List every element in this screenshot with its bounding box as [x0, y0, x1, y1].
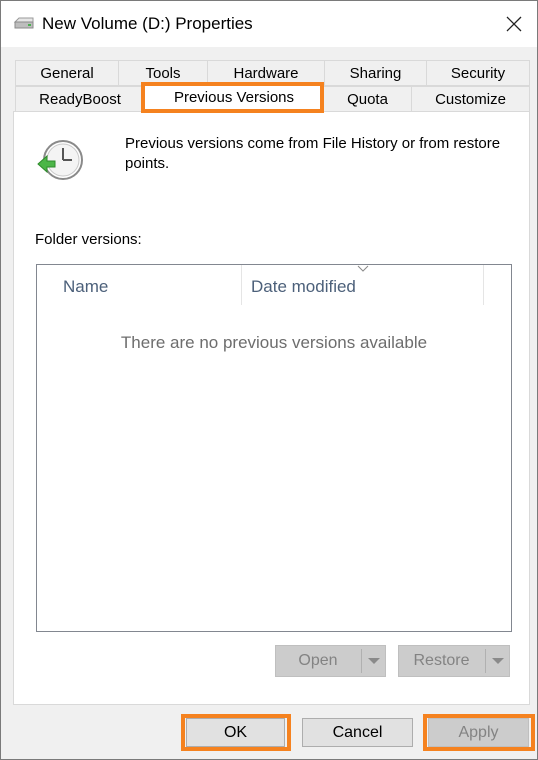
ok-button[interactable]: OK [186, 718, 285, 747]
tab-tools[interactable]: Tools [118, 60, 208, 86]
column-separator[interactable] [483, 265, 484, 305]
cancel-button[interactable]: Cancel [302, 718, 413, 747]
properties-dialog: New Volume (D:) Properties General Tools… [0, 0, 538, 760]
title-bar: New Volume (D:) Properties [1, 1, 537, 47]
open-dropdown-arrow-icon[interactable] [362, 646, 386, 676]
column-header-name[interactable]: Name [37, 265, 241, 305]
tab-customize[interactable]: Customize [411, 86, 530, 112]
file-history-icon [37, 140, 83, 180]
apply-button[interactable]: Apply [428, 718, 529, 747]
tab-previous-versions[interactable]: Previous Versions [144, 84, 324, 112]
tab-quota[interactable]: Quota [323, 86, 412, 112]
tab-readyboost[interactable]: ReadyBoost [15, 86, 145, 112]
restore-button-label: Restore [413, 652, 470, 669]
empty-list-message: There are no previous versions available [120, 333, 428, 352]
tab-panel: Previous versions come from File History… [13, 111, 530, 705]
close-icon [506, 16, 522, 32]
open-button-label: Open [298, 652, 338, 669]
drive-icon [13, 17, 34, 29]
tab-general[interactable]: General [15, 60, 119, 86]
info-text: Previous versions come from File History… [125, 135, 501, 172]
restore-button[interactable]: Restore [398, 645, 510, 677]
tab-sharing[interactable]: Sharing [324, 60, 427, 86]
tab-hardware[interactable]: Hardware [207, 60, 325, 86]
restore-dropdown-arrow-icon[interactable] [486, 646, 510, 676]
tab-security[interactable]: Security [426, 60, 530, 86]
window-title: New Volume (D:) Properties [42, 14, 253, 33]
close-button[interactable] [491, 1, 537, 47]
folder-versions-label: Folder versions: [35, 231, 142, 248]
sort-chevron-icon [357, 265, 369, 272]
open-button[interactable]: Open [275, 645, 386, 677]
folder-versions-list[interactable]: Name Date modified There are no previous… [36, 264, 512, 632]
